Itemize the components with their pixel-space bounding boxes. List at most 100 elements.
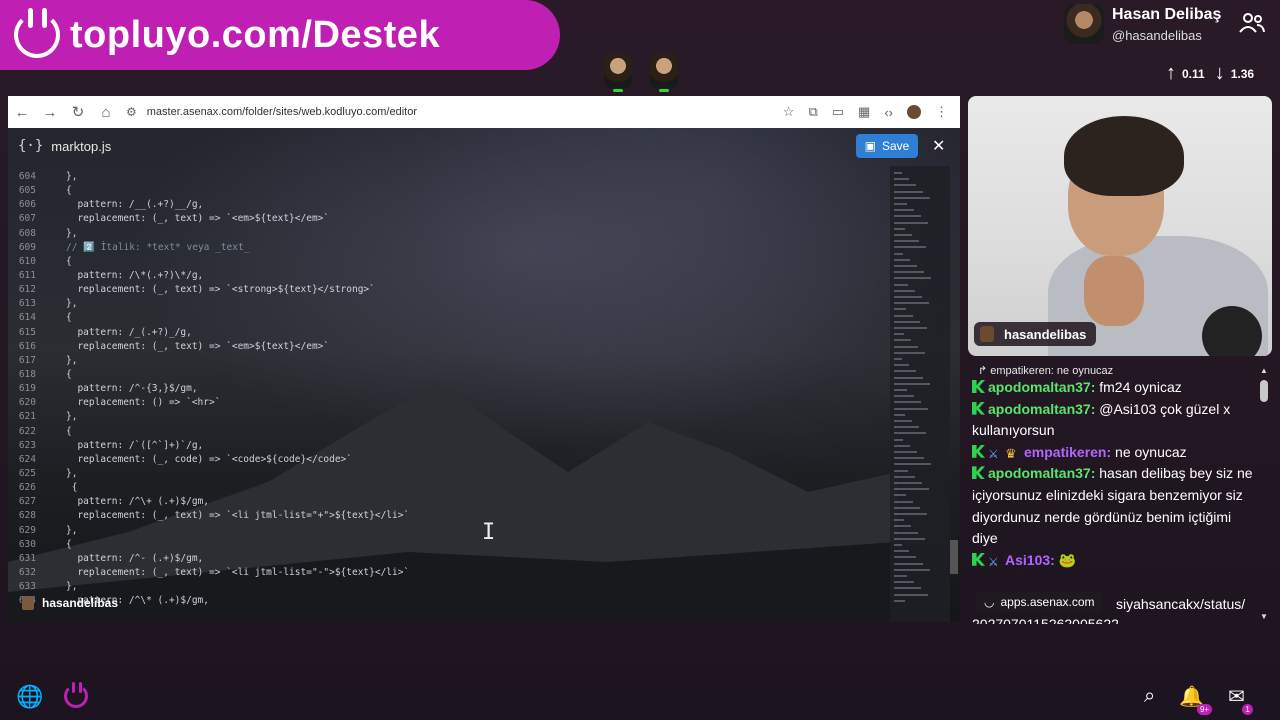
up-value: 0.11: [1182, 66, 1205, 81]
code-line[interactable]: 615 pattern: /_(.+?)_/g,: [8, 326, 888, 340]
streamer-profile[interactable]: Hasan Delibaş @hasandelibas: [1064, 4, 1221, 44]
code-line[interactable]: 632 replacement: (_, text) => `<li jtml-…: [8, 566, 888, 580]
code-line[interactable]: 622 {: [8, 425, 888, 439]
minimap-line: [894, 184, 916, 187]
reload-icon[interactable]: ↻: [64, 103, 92, 121]
code-line[interactable]: 620 replacement: () => `<hr>`: [8, 396, 888, 410]
browser-profile-icon[interactable]: [907, 105, 921, 119]
close-icon[interactable]: ✕: [932, 136, 945, 156]
code-line[interactable]: 614 {: [8, 311, 888, 325]
minimap-line: [894, 457, 924, 460]
minimap-line: [894, 333, 904, 336]
code-line[interactable]: 630 {: [8, 538, 888, 552]
chat-link-text[interactable]: siyahsancakx/status/: [1116, 596, 1245, 612]
minimap-line: [894, 413, 905, 416]
line-number: 613: [18, 298, 36, 310]
code-line[interactable]: 629},: [8, 524, 888, 538]
minimap-line: [894, 401, 921, 404]
chat-reply-preview: ↱ empatikeren: ne oynucaz: [978, 365, 1114, 377]
search-icon[interactable]: ⌕: [1144, 685, 1155, 708]
chat-username[interactable]: empatikeren:: [1024, 444, 1111, 460]
chat-scroll-thumb[interactable]: [1260, 380, 1268, 402]
file-name: marktop.js: [51, 138, 112, 154]
code-line[interactable]: 610 {: [8, 255, 888, 269]
vertical-scrollbar[interactable]: [950, 540, 958, 574]
minimap-line: [894, 320, 920, 323]
chat-username[interactable]: apodomaltan37:: [988, 379, 1095, 395]
star-icon[interactable]: ☆: [783, 104, 795, 120]
code-line[interactable]: 605 {: [8, 184, 888, 198]
chat-username[interactable]: Asi103:: [1005, 552, 1055, 568]
menu-icon[interactable]: ⋮: [935, 104, 948, 120]
code-line[interactable]: 625},: [8, 467, 888, 481]
minimap-line: [894, 575, 907, 577]
people-icon[interactable]: [1238, 12, 1266, 34]
code-line[interactable]: 626 {: [8, 481, 888, 495]
qr-icon[interactable]: ▦: [858, 104, 870, 120]
back-icon[interactable]: ←: [8, 104, 36, 121]
minimap[interactable]: [890, 166, 950, 622]
brand-banner[interactable]: topluyo.com/Destek: [0, 0, 560, 70]
code-line[interactable]: 607 replacement: (_, text) => `<em>${tex…: [8, 212, 888, 226]
code-line[interactable]: 606 pattern: /__(.+?)__/g,: [8, 198, 888, 212]
code-line[interactable]: 628 replacement: (_, text) => `<li jtml-…: [8, 509, 888, 523]
code-lines[interactable]: 604}, 605{606 pattern: /__(.+?)__/g, 607 r…: [8, 170, 888, 608]
code-editor[interactable]: {·} marktop.js ▣ Save ✕ 604}, 605{606 pat…: [8, 128, 960, 622]
bell-icon[interactable]: 🔔 9+: [1179, 684, 1213, 715]
scroll-up-icon[interactable]: ▲: [1260, 366, 1268, 375]
chat-username[interactable]: apodomaltan37:: [988, 401, 1095, 417]
code-line[interactable]: 621},: [8, 410, 888, 424]
browser-toolbar: ← → ↻ ⌂ ⚙ master.asenax.com/folder/sites…: [8, 96, 960, 128]
code-text: {: [66, 368, 72, 380]
code-line[interactable]: 608},: [8, 227, 888, 241]
home-icon[interactable]: ⌂: [92, 104, 120, 121]
topluyo-logo-icon[interactable]: [64, 682, 88, 708]
code-line[interactable]: 609 // 2️⃣ İtalik: *text* veya _text_: [8, 241, 888, 255]
mail-icon[interactable]: ✉ 1: [1228, 684, 1253, 715]
minimap-line: [894, 389, 907, 391]
link-tooltip: ◡ apps.asenax.com: [976, 592, 1103, 612]
code-text: pattern: /_(.+?)_/g,: [66, 326, 192, 338]
code-line[interactable]: 618 {: [8, 368, 888, 382]
minimap-line: [894, 426, 919, 429]
chat-link-text-continued[interactable]: 2027070115262005622: [972, 616, 1119, 624]
forward-icon[interactable]: →: [36, 104, 64, 121]
code-line[interactable]: 617},: [8, 354, 888, 368]
chat-username[interactable]: apodomaltan37:: [988, 465, 1095, 481]
code-line[interactable]: 604},: [8, 170, 888, 184]
devtools-icon[interactable]: ‹›: [884, 105, 893, 120]
code-line[interactable]: 631 pattern: /^- (.+)$/gm,: [8, 552, 888, 566]
address-bar[interactable]: ⚙ master.asenax.com/folder/sites/web.kod…: [126, 105, 417, 119]
code-line[interactable]: 627 pattern: /^\+ (.+)$/gm,: [8, 495, 888, 509]
globe-icon[interactable]: 🌐: [16, 684, 43, 710]
code-text: // 2️⃣ İtalik: *text* veya _text_: [66, 241, 250, 253]
code-line[interactable]: 624 replacement: (_, code) => `<code>${c…: [8, 453, 888, 467]
viewer-avatar[interactable]: [604, 54, 632, 92]
line-number: 622: [18, 425, 36, 437]
viewer-avatar[interactable]: [650, 54, 678, 92]
site-settings-icon[interactable]: ⚙: [126, 105, 137, 119]
minimap-line: [894, 308, 906, 311]
code-line[interactable]: 612 replacement: (_, text) => `<strong>$…: [8, 283, 888, 297]
code-line[interactable]: 619 pattern: /^-{3,}$/gm,: [8, 382, 888, 396]
minimap-line: [894, 227, 905, 230]
webcam-name: hasandelibas: [1004, 326, 1087, 342]
minimap-line: [894, 209, 914, 212]
media-icon[interactable]: ▭: [832, 104, 844, 120]
minimap-line: [894, 203, 907, 205]
tooltip-text: apps.asenax.com: [1000, 595, 1095, 609]
minimap-line: [894, 599, 905, 602]
chat-scrollbar[interactable]: ▲ ▼: [1258, 366, 1270, 624]
save-button[interactable]: ▣ Save: [856, 134, 918, 158]
code-line[interactable]: 633},: [8, 580, 888, 594]
code-line[interactable]: 611 pattern: /\*(.+?)\*/g,: [8, 269, 888, 283]
line-number: 616: [18, 340, 36, 352]
code-line[interactable]: 623 pattern: /`([^`]+)`/g,: [8, 439, 888, 453]
extensions-icon[interactable]: ⧉: [808, 104, 817, 120]
code-line[interactable]: 616 replacement: (_, text) => `<em>${tex…: [8, 340, 888, 354]
minimap-line: [894, 258, 910, 261]
scroll-down-icon[interactable]: ▼: [1260, 612, 1268, 621]
code-text: {: [66, 255, 72, 267]
code-line[interactable]: 613},: [8, 297, 888, 311]
code-line[interactable]: 634 pattern: /^\* (.+)$/gm,: [8, 594, 888, 608]
